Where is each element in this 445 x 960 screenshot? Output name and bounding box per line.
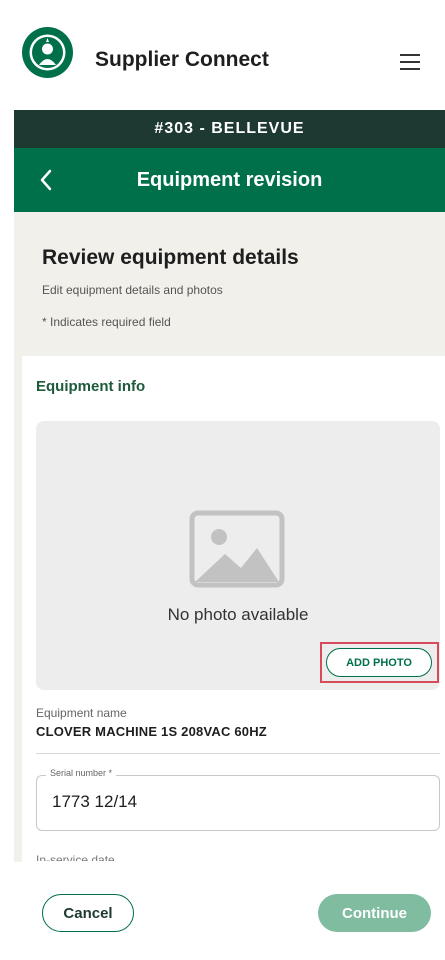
no-photo-text: No photo available [167,605,309,624]
serial-number-label: Serial number * [46,768,117,778]
hamburger-menu-icon[interactable] [396,50,424,74]
app-title: Supplier Connect [95,48,269,71]
starbucks-logo-icon [22,27,73,78]
divider [36,753,440,754]
equipment-name-label: Equipment name [36,706,127,720]
page-title: Equipment revision [136,169,323,191]
image-placeholder-icon [189,510,285,593]
add-photo-button[interactable]: ADD PHOTO [326,648,432,677]
chevron-left-icon[interactable] [34,166,58,194]
equipment-info-title: Equipment info [36,378,146,395]
in-service-date-label: In-service date [36,853,115,861]
equipment-name-value: CLOVER MACHINE 1S 208VAC 60HZ [36,724,267,739]
required-field-note: * Indicates required field [42,315,171,329]
cancel-button[interactable]: Cancel [42,894,134,932]
serial-number-value[interactable]: 1773 12/14 [52,792,137,812]
review-subtitle: Edit equipment details and photos [42,283,223,297]
continue-button[interactable]: Continue [318,894,431,932]
review-title: Review equipment details [42,246,299,269]
store-banner: #303 - BELLEVUE [14,110,445,148]
page-header: Equipment revision [14,148,445,212]
